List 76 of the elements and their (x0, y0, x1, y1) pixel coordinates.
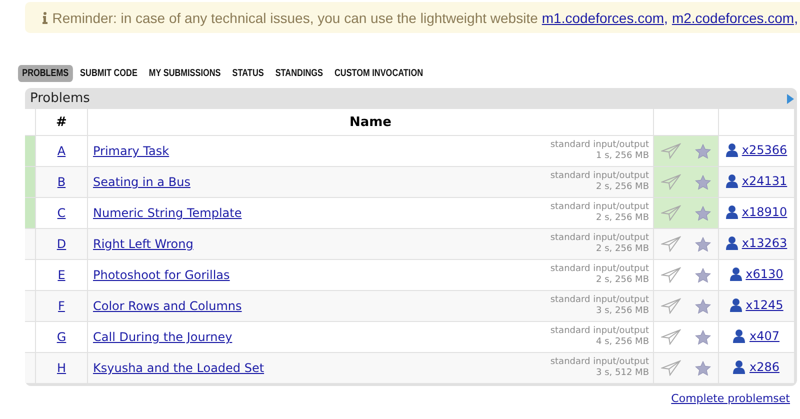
problem-name-link[interactable]: Color Rows and Columns (93, 299, 242, 313)
problem-index-link[interactable]: B (57, 175, 66, 189)
problem-name-link[interactable]: Numeric String Template (93, 206, 242, 220)
star-icon[interactable] (695, 144, 711, 158)
info-icon (42, 12, 48, 24)
solved-count-link[interactable]: x18910 (742, 204, 788, 218)
limits-text: 2 s, 256 MB (595, 182, 649, 193)
star-icon[interactable] (695, 330, 711, 344)
problem-name-link[interactable]: Right Left Wrong (93, 237, 194, 251)
limits-text: 1 s, 256 MB (595, 151, 649, 162)
paper-plane-icon[interactable] (661, 174, 681, 190)
star-icon[interactable] (695, 236, 711, 252)
star-icon[interactable] (695, 174, 711, 190)
solved-count-link[interactable]: x407 (749, 328, 780, 342)
paper-plane-icon[interactable] (661, 267, 681, 283)
limits-text: 2 s, 256 MB (595, 213, 649, 224)
problem-name-link[interactable]: Seating in a Bus (93, 175, 190, 189)
io-text: standard input/output (549, 202, 649, 213)
limits-text: 3 s, 256 MB (595, 306, 649, 317)
paper-plane-icon[interactable] (661, 329, 681, 345)
problem-index-link[interactable]: C (57, 206, 66, 220)
column-header: Name (88, 109, 654, 136)
user-icon (726, 142, 738, 156)
nav-tab[interactable]: STATUS (228, 65, 268, 82)
io-text: standard input/output (549, 233, 649, 244)
solved-count-link[interactable]: x25366 (742, 142, 788, 156)
io-text: standard input/output (549, 171, 649, 182)
paper-plane-icon[interactable] (661, 143, 681, 159)
io-text: standard input/output (549, 140, 649, 151)
problem-name-link[interactable]: Photoshoot for Gorillas (93, 268, 230, 282)
user-icon (726, 174, 738, 188)
problem-index-link[interactable]: D (56, 237, 66, 251)
problem-name-link[interactable]: Ksyusha and the Loaded Set (93, 361, 264, 375)
problem-index-link[interactable]: F (58, 299, 65, 313)
nav-tab[interactable]: CUSTOM INVOCATION (330, 65, 428, 82)
nav-tab[interactable]: MY SUBMISSIONS (144, 65, 225, 82)
limits-text: 3 s, 512 MB (595, 368, 649, 379)
column-header: # (36, 109, 88, 136)
problem-index-link[interactable]: G (56, 330, 66, 344)
io-text: standard input/output (549, 264, 649, 275)
complete-problemset-link[interactable]: Complete problemset (671, 392, 790, 405)
user-icon (730, 266, 742, 280)
paper-plane-icon[interactable] (661, 205, 681, 221)
reminder-text: Reminder: in case of any technical issues, you can use the lightweight website (52, 10, 538, 26)
star-icon[interactable] (695, 206, 711, 220)
user-icon (726, 204, 738, 218)
user-icon (726, 236, 738, 250)
website-link[interactable]: m2.codeforces.com, (672, 10, 798, 26)
paper-plane-icon[interactable] (661, 360, 681, 376)
limits-text: 4 s, 256 MB (595, 337, 649, 348)
panel-title: Problems (30, 91, 90, 106)
limits-text: 2 s, 256 MB (595, 244, 649, 255)
star-icon[interactable] (695, 360, 711, 376)
problem-index-link[interactable]: A (57, 144, 66, 158)
paper-plane-icon[interactable] (661, 298, 681, 314)
io-text: standard input/output (549, 295, 649, 306)
problem-index-link[interactable]: H (56, 361, 66, 375)
problem-name-link[interactable]: Primary Task (93, 144, 170, 158)
solved-count-link[interactable]: x6130 (746, 266, 784, 280)
problem-name-link[interactable]: Call During the Journey (93, 330, 232, 344)
user-icon (733, 360, 746, 374)
paper-plane-icon[interactable] (661, 236, 681, 252)
limits-text: 2 s, 256 MB (595, 275, 649, 286)
io-text: standard input/output (549, 326, 649, 337)
solved-count-link[interactable]: x286 (749, 360, 780, 374)
user-icon (733, 328, 746, 342)
nav-tab[interactable]: STANDINGS (271, 65, 328, 82)
user-icon (730, 298, 742, 312)
website-link[interactable]: m1.codeforces.com, (542, 10, 668, 26)
play-icon[interactable] (787, 94, 794, 104)
star-icon[interactable] (695, 298, 711, 314)
nav-tab[interactable]: PROBLEMS (18, 65, 73, 82)
io-text: standard input/output (549, 357, 649, 368)
nav-tab[interactable]: SUBMIT CODE (76, 65, 142, 82)
star-icon[interactable] (695, 268, 711, 282)
problem-index-link[interactable]: E (58, 268, 66, 282)
